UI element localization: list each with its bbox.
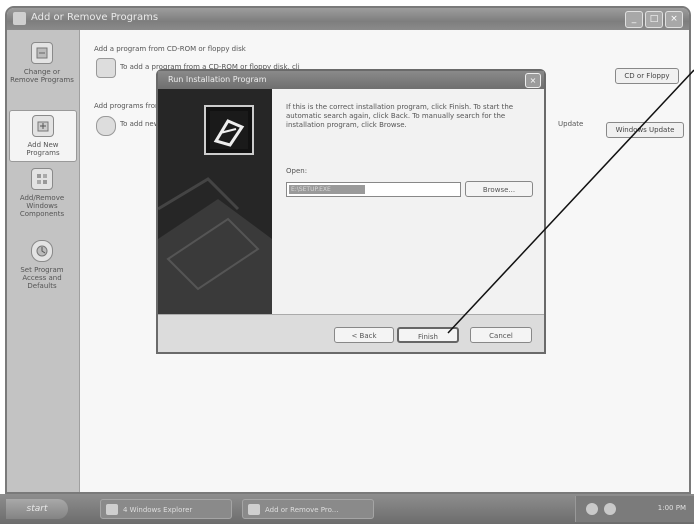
- network-icon[interactable]: [586, 503, 598, 515]
- browse-button[interactable]: Browse...: [465, 181, 533, 197]
- system-tray: 1:00 PM: [575, 496, 694, 522]
- minimize-button[interactable]: _: [625, 11, 643, 28]
- window-title: Add or Remove Programs: [31, 12, 159, 23]
- windows-update-icon: [96, 116, 116, 136]
- app-icon: [13, 12, 26, 25]
- sidebar-item-add-new[interactable]: Add New Programs: [9, 110, 77, 162]
- taskbar: start 4 Windows Explorer Add or Remove P…: [0, 494, 694, 524]
- add-programs-icon: [32, 115, 54, 137]
- start-button[interactable]: start: [6, 499, 68, 519]
- run-installation-dialog: Run Installation Program × If this is th…: [156, 69, 546, 354]
- dialog-close-button[interactable]: ×: [525, 73, 541, 88]
- cancel-button[interactable]: Cancel: [470, 327, 532, 343]
- close-window-button[interactable]: ×: [665, 11, 683, 28]
- volume-icon[interactable]: [604, 503, 616, 515]
- ms-heading: Add programs from Microsoft: [94, 102, 158, 110]
- taskbar-item-add-remove[interactable]: Add or Remove Pro...: [242, 499, 374, 519]
- sidebar-item-label: Add New Programs: [26, 141, 60, 157]
- taskbar-item-label: 4 Windows Explorer: [123, 506, 193, 514]
- back-button[interactable]: < Back: [334, 327, 394, 343]
- taskbar-item-label: Add or Remove Pro...: [265, 506, 339, 514]
- sidebar-item-change-remove[interactable]: Change or Remove Programs: [9, 42, 75, 84]
- explorer-icon: [106, 504, 118, 515]
- program-access-icon: [31, 240, 53, 262]
- sidebar: Change or Remove Programs Add New Progra…: [7, 30, 80, 492]
- dialog-description: If this is the correct installation prog…: [286, 103, 514, 129]
- add-remove-icon: [248, 504, 260, 515]
- taskbar-item-explorer[interactable]: 4 Windows Explorer: [100, 499, 232, 519]
- open-path-value: E:\SETUP.EXE: [289, 185, 365, 194]
- windows-components-icon: [31, 168, 53, 190]
- sidebar-item-label: Set Program Access and Defaults: [20, 266, 64, 290]
- windows-update-button[interactable]: Windows Update: [606, 122, 684, 138]
- change-remove-icon: [31, 42, 53, 64]
- sidebar-item-label: Change or Remove Programs: [10, 68, 74, 84]
- window-titlebar[interactable]: Add or Remove Programs _ □ ×: [7, 8, 689, 30]
- ms-description: To add new Windows features, device driv…: [120, 120, 160, 128]
- dialog-body: If this is the correct installation prog…: [158, 89, 544, 315]
- cd-floppy-icon: [96, 58, 116, 78]
- clock: 1:00 PM: [657, 504, 686, 512]
- cd-heading: Add a program from CD-ROM or floppy disk: [94, 45, 246, 53]
- maximize-button[interactable]: □: [645, 11, 663, 28]
- open-path-input[interactable]: E:\SETUP.EXE: [286, 182, 461, 197]
- open-label: Open:: [286, 167, 308, 175]
- sidebar-item-windows-components[interactable]: Add/Remove Windows Components: [9, 168, 75, 218]
- cd-floppy-button[interactable]: CD or Floppy: [615, 68, 679, 84]
- dialog-titlebar[interactable]: Run Installation Program ×: [158, 71, 544, 89]
- sidebar-item-label: Add/Remove Windows Components: [19, 194, 65, 218]
- installer-icon: [204, 105, 254, 155]
- dialog-title: Run Installation Program: [168, 75, 267, 84]
- dialog-side-panel: [158, 89, 272, 314]
- ms-description-tail: Update: [558, 120, 584, 128]
- finish-button[interactable]: Finish: [397, 327, 459, 343]
- sidebar-item-program-access[interactable]: Set Program Access and Defaults: [9, 240, 75, 290]
